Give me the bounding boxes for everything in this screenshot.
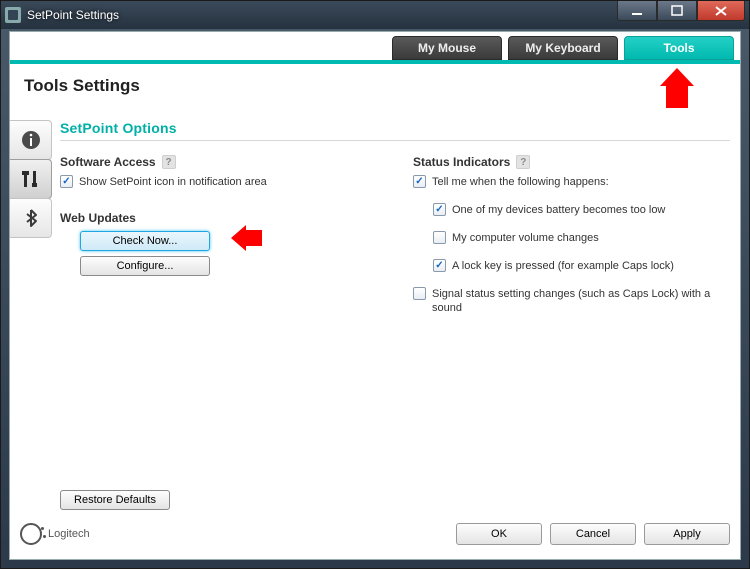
volume-checkbox[interactable] (433, 231, 446, 244)
side-tab-info[interactable] (10, 120, 52, 160)
titlebar[interactable]: SetPoint Settings (1, 1, 749, 29)
footer: Logitech OK Cancel Apply (20, 517, 730, 551)
cancel-button[interactable]: Cancel (550, 523, 636, 545)
logo-text: Logitech (48, 528, 90, 540)
help-icon[interactable]: ? (516, 155, 530, 169)
window-title: SetPoint Settings (27, 8, 119, 22)
window-frame: SetPoint Settings My Mouse My Keyboard T… (0, 0, 750, 569)
web-updates-label: Web Updates (60, 211, 136, 225)
callout-arrow-tools-tab (660, 66, 694, 110)
help-icon[interactable]: ? (162, 155, 176, 169)
panel-subheading: SetPoint Options (60, 120, 730, 136)
battery-checkbox[interactable] (433, 203, 446, 216)
maximize-button[interactable] (657, 1, 697, 21)
check-now-button[interactable]: Check Now... (80, 231, 210, 251)
tab-my-keyboard[interactable]: My Keyboard (508, 36, 618, 60)
status-indicators-heading: Status Indicators ? (413, 155, 730, 169)
configure-button[interactable]: Configure... (80, 256, 210, 276)
side-tab-bluetooth[interactable] (10, 198, 52, 238)
tell-me-label: Tell me when the following happens: (432, 175, 609, 189)
lock-checkbox[interactable] (433, 259, 446, 272)
logo: Logitech (20, 523, 90, 545)
logo-icon (20, 523, 42, 545)
top-tabstrip: My Mouse My Keyboard Tools (392, 36, 734, 60)
side-tabstrip (10, 120, 52, 237)
status-indicators-label: Status Indicators (413, 155, 510, 169)
web-updates-heading: Web Updates (60, 211, 377, 225)
minimize-button[interactable] (617, 1, 657, 21)
page-title: Tools Settings (24, 76, 140, 96)
ok-button[interactable]: OK (456, 523, 542, 545)
content-panel: SetPoint Options Software Access ? Show … (60, 120, 730, 493)
signal-checkbox[interactable] (413, 287, 426, 300)
volume-label: My computer volume changes (452, 231, 599, 245)
apply-button[interactable]: Apply (644, 523, 730, 545)
software-access-label: Software Access (60, 155, 156, 169)
show-tray-label: Show SetPoint icon in notification area (79, 175, 267, 189)
tab-underline (10, 60, 740, 64)
tell-me-checkbox[interactable] (413, 175, 426, 188)
show-tray-checkbox[interactable] (60, 175, 73, 188)
battery-label: One of my devices battery becomes too lo… (452, 203, 665, 217)
divider (60, 140, 730, 141)
software-access-heading: Software Access ? (60, 155, 377, 169)
close-button[interactable] (697, 1, 745, 21)
side-tab-tools[interactable] (10, 159, 52, 199)
restore-defaults-button[interactable]: Restore Defaults (60, 490, 170, 510)
right-column: Status Indicators ? Tell me when the fol… (413, 151, 730, 319)
signal-label: Signal status setting changes (such as C… (432, 287, 730, 315)
lock-label: A lock key is pressed (for example Caps … (452, 259, 674, 273)
tab-tools[interactable]: Tools (624, 36, 734, 60)
tab-my-mouse[interactable]: My Mouse (392, 36, 502, 60)
client-area: My Mouse My Keyboard Tools Tools Setting… (9, 31, 741, 560)
left-column: Software Access ? Show SetPoint icon in … (60, 151, 377, 319)
app-icon (5, 7, 21, 23)
